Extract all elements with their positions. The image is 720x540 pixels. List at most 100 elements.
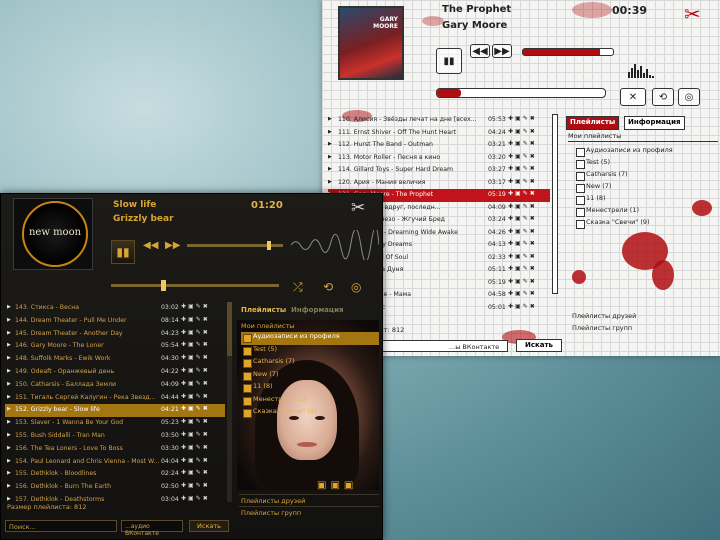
search-input[interactable]: Поиск... [5, 520, 117, 532]
track-actions-icons[interactable]: ✚▣✎✖ [181, 329, 210, 336]
track-row[interactable]: ▶ 148. Suffolk Marks - Ewik Work 04:30 ✚▣✎✖ [5, 353, 225, 366]
play-arrow-icon[interactable]: ▶ [7, 406, 11, 412]
groups-playlists-header[interactable]: Плейлисты групп [572, 324, 632, 332]
search-scope-select[interactable]: ...аудио ВКонтакте [121, 520, 183, 537]
track-row[interactable]: ▶ 155. Bush Siddalli - Tran Man 03:50 ✚▣✎✖ [5, 430, 225, 443]
track-actions-icons[interactable]: ✚▣✎✖ [181, 341, 210, 348]
play-arrow-icon[interactable]: ▶ [7, 381, 11, 387]
track-row[interactable]: ▶ 110. Алисия - Звёзды лечат на дне [всех… [328, 114, 550, 127]
tools-icon[interactable]: ✂ [351, 198, 365, 218]
playlist-item[interactable]: 11 (8) [241, 382, 379, 395]
play-arrow-icon[interactable]: ▶ [7, 470, 11, 476]
play-arrow-icon[interactable]: ▶ [7, 483, 11, 489]
search-button[interactable]: Искать [189, 520, 229, 532]
playlist-item[interactable]: New (7) [576, 182, 718, 194]
pause-button[interactable]: ▮▮ [111, 240, 135, 264]
volume-slider[interactable] [187, 241, 283, 250]
track-row[interactable]: ▶ 120. Ария - Мания величия 03:17 ✚▣✎✖ [328, 177, 550, 190]
play-arrow-icon[interactable]: ▶ [7, 394, 11, 400]
track-actions-icons[interactable]: ✚▣✎✖ [508, 115, 537, 122]
volume-slider[interactable] [522, 48, 614, 56]
repeat-button[interactable]: ⟲ [323, 280, 333, 294]
shuffle-button[interactable]: ⤮ [293, 280, 303, 295]
play-arrow-icon[interactable]: ▶ [7, 458, 11, 464]
track-row[interactable]: ▶ 143. Стикса - Весна 03:02 ✚▣✎✖ [5, 302, 225, 315]
play-arrow-icon[interactable]: ▶ [7, 304, 11, 310]
playlist-item[interactable]: Сказка "Свечи" (9) [241, 407, 379, 420]
track-actions-icons[interactable]: ✚▣✎✖ [508, 253, 537, 260]
track-actions-icons[interactable]: ✚▣✎✖ [508, 203, 537, 210]
play-arrow-icon[interactable]: ▶ [7, 368, 11, 374]
play-arrow-icon[interactable]: ▶ [7, 445, 11, 451]
pause-button[interactable]: ▮▮ [436, 48, 462, 74]
play-arrow-icon[interactable]: ▶ [328, 129, 332, 135]
tab-playlists[interactable]: Плейлисты [241, 306, 286, 314]
track-actions-icons[interactable]: ✚▣✎✖ [508, 153, 537, 160]
track-row[interactable]: ▶ 113. Motor Roller - Песня в кино 03:20 ✚▣… [328, 152, 550, 165]
previous-button[interactable]: ◀◀ [470, 44, 490, 58]
playlist-item[interactable]: Аудиозаписи из профиля [576, 146, 718, 158]
seek-knob[interactable] [161, 280, 166, 291]
track-actions-icons[interactable]: ✚▣✎✖ [508, 165, 537, 172]
playlist-item[interactable]: Аудиозаписи из профиля [241, 332, 379, 345]
track-row[interactable]: ▶ 149. Оdeaft - Оранжевый день 04:22 ✚▣✎✖ [5, 366, 225, 379]
playlist-item[interactable]: New (7) [241, 370, 379, 383]
track-actions-icons[interactable]: ✚▣✎✖ [508, 190, 537, 197]
track-row[interactable]: ▶ 155. Dethklok - Bloodlines 02:24 ✚▣✎✖ [5, 468, 225, 481]
play-arrow-icon[interactable]: ▶ [7, 432, 11, 438]
playlist-scrollbar[interactable] [552, 114, 558, 294]
tools-icon[interactable]: ✂ [684, 2, 710, 28]
groups-playlists-header[interactable]: Плейлисты групп [239, 506, 379, 518]
tab-info[interactable]: Информация [291, 306, 344, 314]
track-actions-icons[interactable]: ✚▣✎✖ [181, 482, 210, 489]
tab-playlists[interactable]: Плейлисты [566, 116, 620, 130]
track-actions-icons[interactable]: ✚▣✎✖ [508, 278, 537, 285]
playlist-item[interactable]: Catharsis (7) [241, 357, 379, 370]
scrollbar-thumb[interactable] [227, 302, 232, 356]
track-actions-icons[interactable]: ✚▣✎✖ [181, 418, 210, 425]
track-actions-icons[interactable]: ✚▣✎✖ [508, 228, 537, 235]
track-actions-icons[interactable]: ✚▣✎✖ [181, 354, 210, 361]
broadcast-button[interactable]: ◎ [678, 88, 700, 106]
track-actions-icons[interactable]: ✚▣✎✖ [508, 140, 537, 147]
friends-playlists-header[interactable]: Плейлисты друзей [572, 312, 636, 320]
playlist-item[interactable]: Test (5) [576, 158, 718, 170]
track-row[interactable]: ▶ 146. Gary Moore - The Loner 05:54 ✚▣✎✖ [5, 340, 225, 353]
track-actions-icons[interactable]: ✚▣✎✖ [181, 393, 210, 400]
play-arrow-icon[interactable]: ▶ [7, 419, 11, 425]
track-actions-icons[interactable]: ✚▣✎✖ [508, 290, 537, 297]
playlist-item[interactable]: Catharsis (7) [576, 170, 718, 182]
play-arrow-icon[interactable]: ▶ [328, 154, 332, 160]
track-actions-icons[interactable]: ✚▣✎✖ [181, 457, 210, 464]
playlist-item[interactable]: Test (5) [241, 345, 379, 358]
play-arrow-icon[interactable]: ▶ [7, 496, 11, 502]
track-row[interactable]: ▶ 112. Hurst The Band - Outman 03:21 ✚▣✎✖ [328, 139, 550, 152]
playlist-scrollbar[interactable] [227, 302, 232, 502]
track-actions-icons[interactable]: ✚▣✎✖ [181, 316, 210, 323]
track-actions-icons[interactable]: ✚▣✎✖ [181, 303, 210, 310]
track-row[interactable]: ▶ 150. Catharsis - Баллада Земли 04:09 ✚▣✎✖ [5, 379, 225, 392]
search-button[interactable]: Искать [516, 339, 562, 352]
repeat-button[interactable]: ⟲ [652, 88, 674, 106]
track-actions-icons[interactable]: ✚▣✎✖ [508, 265, 537, 272]
track-row[interactable]: ▶ 145. Dream Theater - Another Day 04:23 ✚▣… [5, 328, 225, 341]
play-arrow-icon[interactable]: ▶ [7, 330, 11, 336]
track-actions-icons[interactable]: ✚▣✎✖ [508, 240, 537, 247]
track-row[interactable]: ▶ 154. Paul Leonard and Chris Vienna - Mo… [5, 456, 225, 469]
track-actions-icons[interactable]: ✚▣✎✖ [181, 444, 210, 451]
play-arrow-icon[interactable]: ▶ [328, 179, 332, 185]
play-arrow-icon[interactable]: ▶ [328, 166, 332, 172]
track-row[interactable]: ▶ 156. The Tea Loners - Love To Boss 03:30… [5, 443, 225, 456]
next-button[interactable]: ▶▶ [165, 240, 180, 251]
seek-slider[interactable] [436, 88, 606, 98]
playlist-actions[interactable]: ▣▣▣ [317, 480, 357, 491]
track-actions-icons[interactable]: ✚▣✎✖ [508, 303, 537, 310]
play-arrow-icon[interactable]: ▶ [328, 141, 332, 147]
volume-knob[interactable] [267, 241, 271, 250]
track-actions-icons[interactable]: ✚▣✎✖ [181, 469, 210, 476]
track-actions-icons[interactable]: ✚▣✎✖ [508, 215, 537, 222]
track-row[interactable]: ▶ 151. Тигаль Сергей Калугин - Река Звезд… [5, 392, 225, 405]
playlist-item[interactable]: 11 (8) [576, 194, 718, 206]
shuffle-button[interactable]: ✕ [620, 88, 646, 106]
track-actions-icons[interactable]: ✚▣✎✖ [181, 495, 210, 502]
